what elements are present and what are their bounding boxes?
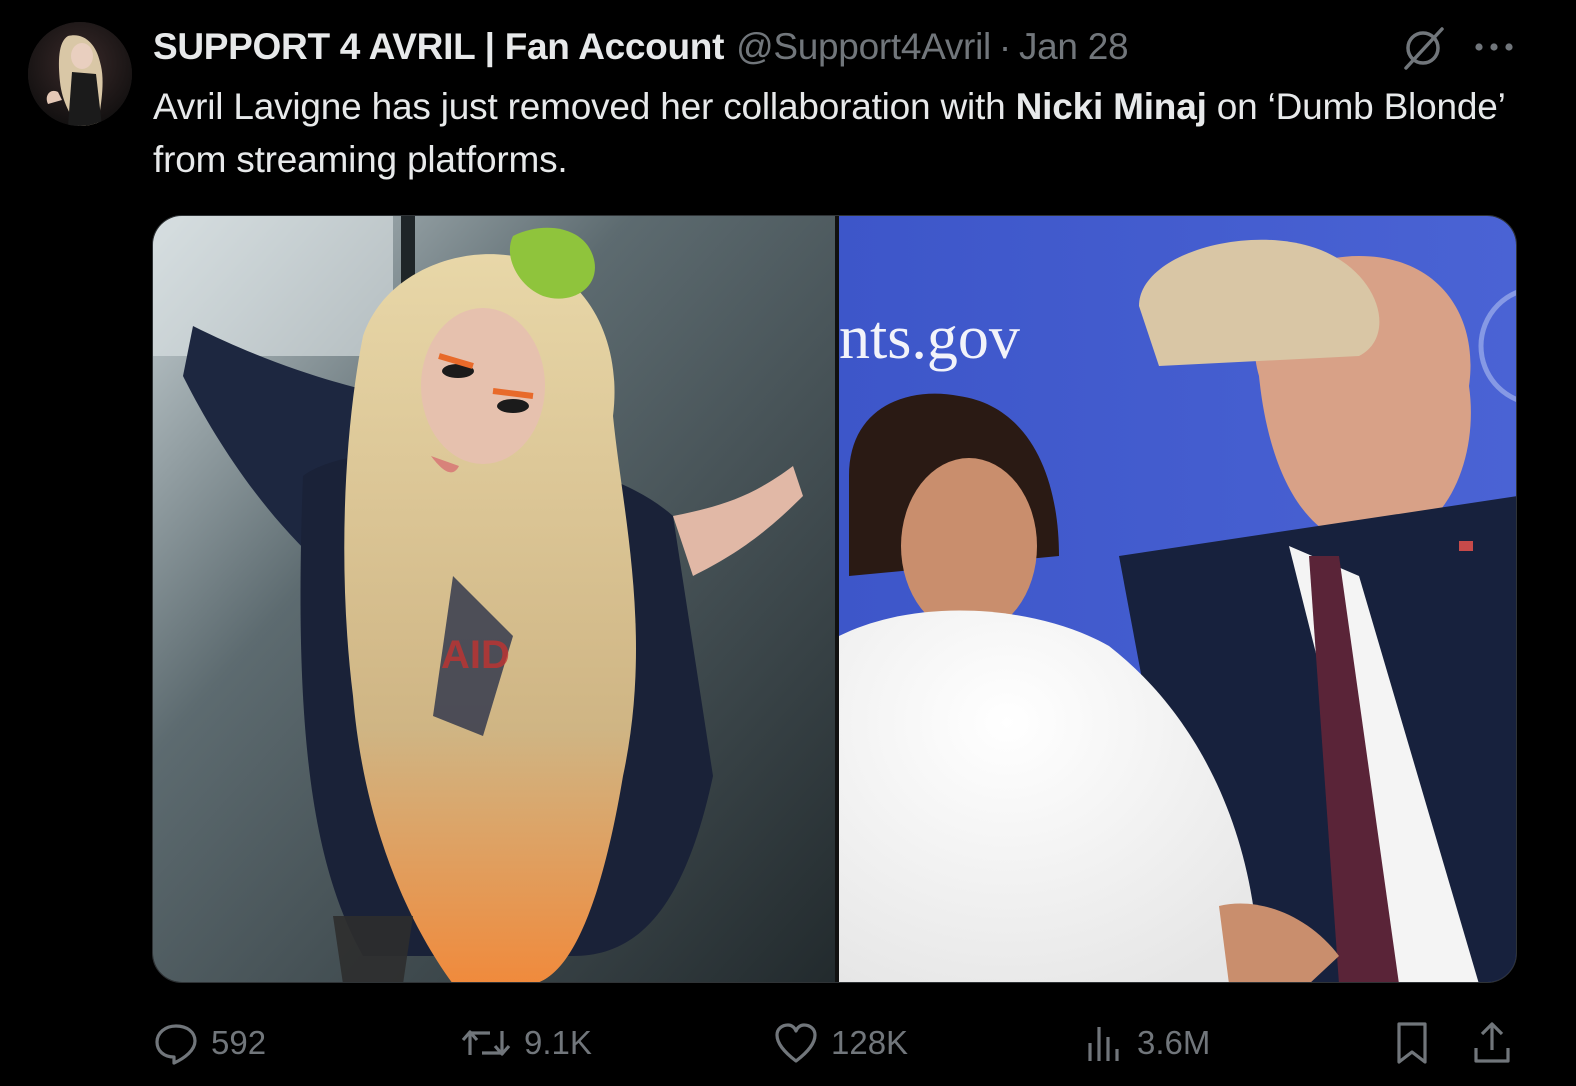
- reply-icon: [155, 1024, 197, 1065]
- tweet-text-mention: Nicki Minaj: [1015, 86, 1207, 127]
- tweet-text-part1: Avril Lavigne has just removed her colla…: [153, 86, 1016, 127]
- bookmark-button[interactable]: [1392, 1010, 1432, 1076]
- share-icon: [1474, 1022, 1510, 1063]
- retweet-count: 9.1K: [524, 1024, 592, 1061]
- grok-icon[interactable]: [1398, 24, 1448, 72]
- tweet[interactable]: SUPPORT 4 AVRIL | Fan Account @Support4A…: [0, 0, 1576, 1086]
- author-display-name[interactable]: SUPPORT 4 AVRIL | Fan Account: [153, 26, 724, 68]
- reply-count: 592: [211, 1024, 267, 1061]
- media-image-2[interactable]: nts.gov: [839, 216, 1516, 982]
- author-handle[interactable]: @Support4Avril: [736, 26, 991, 68]
- views-icon: [1088, 1027, 1119, 1061]
- more-icon[interactable]: [1472, 30, 1516, 64]
- svg-text:AID: AID: [441, 633, 510, 677]
- media-image-1[interactable]: AID: [153, 216, 835, 982]
- tweet-header: SUPPORT 4 AVRIL | Fan Account @Support4A…: [153, 24, 1129, 70]
- sign-text: nts.gov: [839, 304, 1020, 372]
- like-icon: [775, 1023, 817, 1063]
- retweet-button[interactable]: 9.1K: [460, 1010, 592, 1076]
- tweet-text: Avril Lavigne has just removed her colla…: [153, 80, 1533, 186]
- share-button[interactable]: [1470, 1010, 1514, 1076]
- views-count: 3.6M: [1137, 1024, 1211, 1061]
- bookmark-icon: [1397, 1022, 1427, 1064]
- retweet-icon: [461, 1030, 511, 1056]
- header-separator: ·: [998, 26, 1011, 67]
- media-grid: AID nts.gov: [152, 215, 1517, 983]
- reply-button[interactable]: 592: [153, 1010, 266, 1076]
- like-button[interactable]: 128K: [773, 1010, 908, 1076]
- avatar[interactable]: [28, 22, 132, 126]
- views-button[interactable]: 3.6M: [1083, 1010, 1210, 1076]
- tweet-date[interactable]: Jan 28: [1019, 26, 1129, 68]
- action-bar: 592 9.1K 128K 3.6M: [0, 1010, 1576, 1076]
- like-count: 128K: [831, 1024, 909, 1061]
